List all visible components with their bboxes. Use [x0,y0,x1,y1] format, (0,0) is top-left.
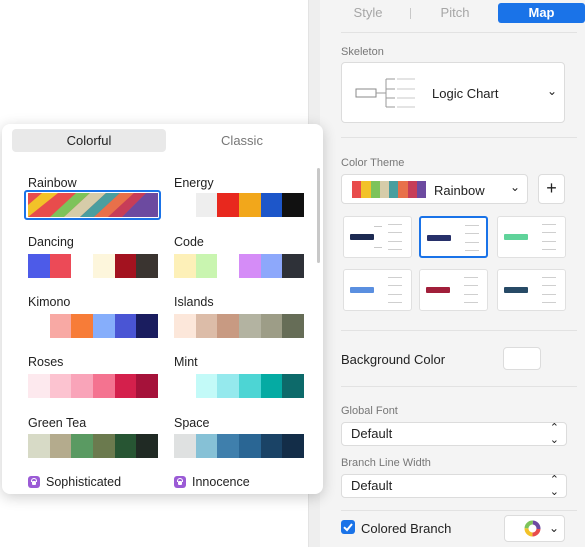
global-font-select[interactable]: Default ⌃ ⌄ [341,422,567,446]
divider [341,32,577,33]
thumb-central-node [427,235,451,241]
skeleton-value: Logic Chart [432,86,499,101]
tab-colorful[interactable]: Colorful [12,129,166,152]
theme-swatch-mint[interactable] [174,374,305,398]
theme-thumbnail[interactable] [497,216,566,258]
theme-thumbnail[interactable] [497,269,566,311]
tab-pitch[interactable]: Pitch [433,3,477,23]
premium-theme-name[interactable]: Sophisticated [46,475,121,489]
background-color-label: Background Color [341,352,446,367]
theme-name: Mint [174,355,198,369]
thumb-central-node [350,234,374,240]
thumb-central-node [350,287,374,293]
theme-name: Dancing [28,235,74,249]
theme-swatch-islands[interactable] [174,314,305,338]
colored-branch-checkbox[interactable] [341,520,355,534]
color-theme-label: Color Theme [341,157,405,169]
color-theme-value: Rainbow [434,183,485,198]
theme-name: Green Tea [28,416,87,430]
theme-swatch-roses[interactable] [28,374,159,398]
skeleton-label: Skeleton [341,46,384,58]
divider [341,137,577,138]
color-wheel-icon [524,520,541,537]
thumb-central-node [426,287,450,293]
tab-map[interactable]: Map [498,3,585,23]
lock-icon [174,476,186,488]
theme-name: Energy [174,176,214,190]
colored-branch-label: Colored Branch [361,521,452,536]
theme-thumbnail[interactable] [419,269,488,311]
theme-name: Islands [174,295,214,309]
theme-name: Space [174,416,210,430]
tab-classic[interactable]: Classic [168,129,316,152]
theme-name: Code [174,235,204,249]
skeleton-select[interactable]: Logic Chart ⌄ [341,62,565,123]
format-panel: Style Pitch Map Skeleton Logic Chart ⌄ C… [308,0,585,547]
theme-swatch-dancing[interactable] [28,254,159,278]
checkmark-icon [343,523,353,532]
tab-style[interactable]: Style [349,3,387,23]
premium-theme-name[interactable]: Innocence [192,475,250,489]
background-color-swatch[interactable] [503,347,541,370]
thumb-central-node [504,287,528,293]
color-theme-select[interactable]: Rainbow ⌄ [341,174,528,204]
up-down-chevron-icon: ⌃ ⌄ [549,422,559,446]
global-font-label: Global Font [341,405,398,417]
divider [341,386,577,387]
logic-chart-icon [355,78,415,108]
theme-swatch-rainbow[interactable] [28,193,158,217]
popup-scrollbar[interactable] [317,168,320,263]
theme-name: Rainbow [28,176,77,190]
branch-line-width-select[interactable]: Default ⌃ ⌄ [341,474,567,498]
branch-line-width-value: Default [351,478,393,493]
theme-thumbnail-selected[interactable] [419,216,488,258]
theme-name: Kimono [28,295,71,309]
theme-swatch-energy[interactable] [174,193,305,217]
tab-separator [410,8,411,19]
theme-swatch-green-tea[interactable] [28,434,159,458]
theme-swatch-code[interactable] [174,254,305,278]
chevron-down-icon: ⌄ [549,521,560,535]
thumb-central-node [504,234,528,240]
global-font-value: Default [351,426,393,441]
chevron-down-icon: ⌄ [547,84,558,98]
lock-icon [28,476,40,488]
rainbow-preview-swatch [352,181,426,198]
rainbow-swatch [28,193,158,217]
chevron-down-icon: ⌄ [510,180,521,194]
divider [341,330,577,331]
divider [341,510,577,511]
theme-thumbnail[interactable] [343,216,412,258]
theme-swatch-kimono[interactable] [28,314,159,338]
up-down-chevron-icon: ⌃ ⌄ [549,474,559,498]
branch-color-picker[interactable]: ⌄ [504,515,565,542]
branch-line-width-label: Branch Line Width [341,457,431,469]
theme-swatch-space[interactable] [174,434,305,458]
add-theme-button[interactable]: + [538,174,565,204]
theme-thumbnail[interactable] [343,269,412,311]
theme-name: Roses [28,355,64,369]
color-theme-popup: Colorful Classic Rainbow Energy Dancing … [2,124,323,494]
